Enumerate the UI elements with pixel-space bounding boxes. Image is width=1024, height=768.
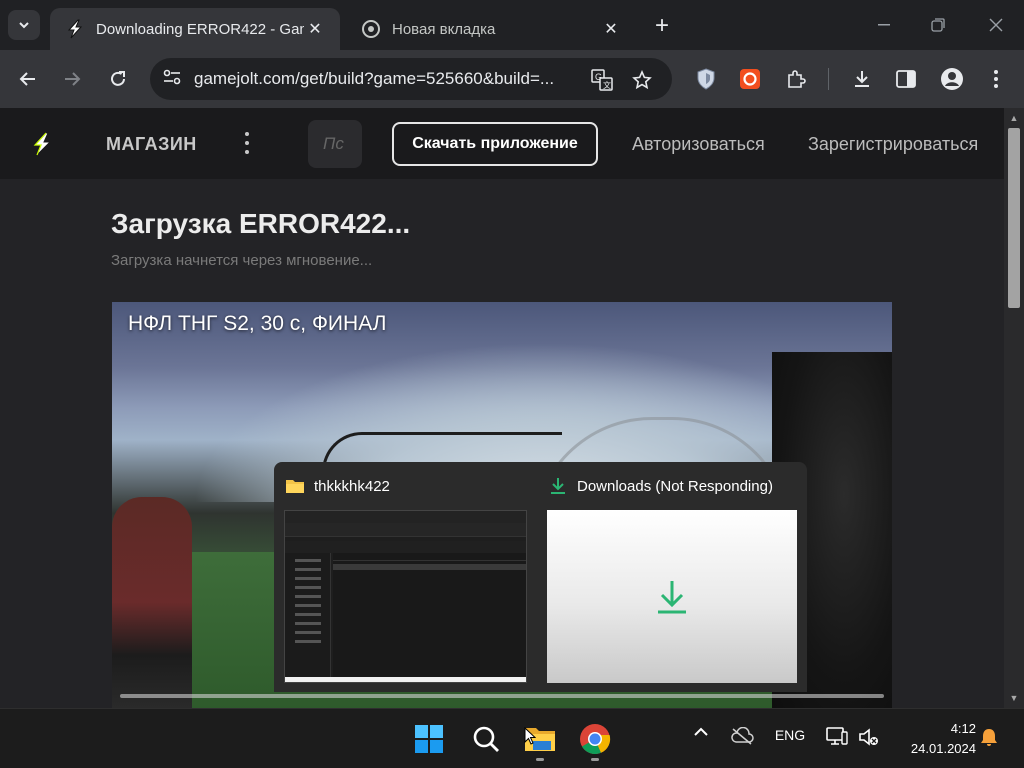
- volume-muted-icon[interactable]: [856, 727, 882, 747]
- minimize-button[interactable]: [864, 10, 904, 40]
- register-link[interactable]: Зарегистрироваться: [808, 134, 978, 155]
- running-indicator: [591, 758, 599, 761]
- side-panel-button[interactable]: [890, 64, 922, 94]
- close-icon[interactable]: ✕: [600, 18, 622, 40]
- search-input[interactable]: Пс: [308, 120, 362, 168]
- new-tab-button[interactable]: +: [648, 12, 676, 40]
- record-extension-button[interactable]: [734, 64, 766, 94]
- video-frame-person: [112, 497, 192, 708]
- taskbar-search-button[interactable]: [468, 721, 504, 757]
- arrow-right-icon: [65, 72, 81, 86]
- video-title: НФЛ ТНГ S2, 30 с, ФИНАЛ: [128, 312, 387, 335]
- downloads-window-thumbnail[interactable]: [547, 510, 797, 683]
- clock-date: 24.01.2024: [910, 741, 976, 756]
- page-title: Загрузка ERROR422...: [111, 208, 411, 239]
- minimize-icon: [878, 24, 890, 26]
- scroll-down-icon[interactable]: ▼: [1008, 692, 1020, 704]
- shield-icon: [697, 68, 715, 90]
- mouse-cursor-icon: [524, 727, 536, 745]
- language-indicator[interactable]: ENG: [770, 727, 810, 743]
- running-indicator: [536, 758, 544, 761]
- reload-icon: [111, 71, 125, 86]
- preview-window-header[interactable]: Downloads (Not Responding): [547, 476, 773, 496]
- windows-taskbar: ENG 4:12 24.01.2024: [0, 708, 1024, 768]
- gamejolt-logo-icon[interactable]: [30, 132, 54, 156]
- scrollbar-thumb[interactable]: [1008, 128, 1020, 308]
- record-icon: [740, 69, 760, 89]
- close-window-button[interactable]: [976, 10, 1016, 40]
- svg-text:文: 文: [603, 80, 611, 90]
- page-scrollbar[interactable]: ▲ ▼: [1004, 108, 1024, 708]
- restore-icon: [931, 18, 945, 32]
- menu-button[interactable]: [980, 64, 1012, 94]
- preview-window-header[interactable]: thkkkhk422: [284, 476, 390, 496]
- thumbnail-titlebar: [285, 511, 526, 523]
- scroll-up-icon[interactable]: ▲: [1008, 112, 1020, 124]
- login-link[interactable]: Авторизоваться: [632, 134, 765, 155]
- thumbnail-file-list: [333, 553, 526, 681]
- more-vertical-icon[interactable]: [240, 130, 254, 156]
- system-clock[interactable]: 4:12 24.01.2024: [890, 719, 976, 759]
- tab-title: Downloading ERROR422 - Gam: [96, 20, 304, 38]
- tab-inactive[interactable]: Новая вкладка ✕: [346, 8, 636, 50]
- profile-button[interactable]: [936, 64, 968, 94]
- taskbar-preview-popup: thkkkhk422 Downloads (Not Responding): [274, 462, 807, 692]
- reload-button[interactable]: [102, 64, 134, 94]
- thumbnail-navbar: [285, 541, 526, 553]
- thumbnail-sidebar: [285, 553, 331, 681]
- extensions-button[interactable]: [780, 64, 812, 94]
- chevron-down-icon: [19, 22, 29, 29]
- chrome-taskbar-button[interactable]: [577, 721, 613, 757]
- show-hidden-icons-button[interactable]: [690, 727, 712, 737]
- translate-icon[interactable]: G文: [588, 66, 616, 94]
- downloads-button[interactable]: [846, 64, 878, 94]
- explorer-window-thumbnail[interactable]: [284, 510, 527, 683]
- browser-toolbar: gamejolt.com/get/build?game=525660&build…: [0, 50, 1024, 108]
- close-icon: [989, 18, 1003, 32]
- side-panel-icon: [896, 70, 916, 88]
- download-app-button[interactable]: Скачать приложение: [392, 122, 598, 166]
- network-icon[interactable]: [824, 727, 850, 747]
- restore-button[interactable]: [918, 10, 958, 40]
- url-text: gamejolt.com/get/build?game=525660&build…: [194, 69, 555, 88]
- download-icon: [547, 476, 569, 496]
- start-button[interactable]: [411, 721, 447, 757]
- clock-time: 4:12: [950, 721, 976, 736]
- avatar-icon: [941, 68, 963, 90]
- download-icon: [658, 580, 686, 613]
- tab-active[interactable]: Downloading ERROR422 - Gam ✕: [50, 8, 340, 50]
- windows-logo-icon: [415, 725, 443, 753]
- back-button[interactable]: [12, 64, 44, 94]
- close-icon[interactable]: ✕: [304, 18, 326, 40]
- site-settings-icon[interactable]: [162, 68, 182, 91]
- tab-title: Новая вкладка: [392, 20, 496, 38]
- nav-store-link[interactable]: МАГАЗИН: [106, 134, 197, 155]
- folder-icon: [284, 476, 306, 496]
- notification-bell-icon[interactable]: [978, 727, 1000, 747]
- gamejolt-icon: [64, 18, 86, 40]
- onedrive-icon[interactable]: [728, 727, 756, 745]
- chrome-icon: [580, 724, 611, 755]
- site-navbar: МАГАЗИН Пс Скачать приложение Авторизова…: [0, 108, 1004, 179]
- thumbnail-statusbar: [285, 677, 526, 682]
- preview-window-title: thkkkhk422: [314, 477, 390, 495]
- search-icon: [473, 726, 499, 752]
- download-icon: [855, 71, 869, 87]
- tab-search-button[interactable]: [8, 10, 40, 40]
- bookmark-star-icon[interactable]: [628, 66, 656, 94]
- preview-window-title: Downloads (Not Responding): [577, 477, 773, 495]
- thumbnail-toolbar: [285, 523, 526, 537]
- tab-strip: Downloading ERROR422 - Gam ✕ Новая вклад…: [0, 0, 1024, 50]
- forward-button[interactable]: [56, 64, 88, 94]
- page-subtitle: Загрузка начнется через мгновение...: [111, 252, 373, 269]
- chrome-icon: [360, 18, 382, 40]
- shield-extension-button[interactable]: [690, 64, 722, 94]
- video-progress-bar[interactable]: [120, 694, 884, 698]
- puzzle-icon: [788, 70, 806, 88]
- more-vertical-icon: [994, 70, 998, 88]
- arrow-left-icon: [19, 72, 35, 86]
- address-bar[interactable]: gamejolt.com/get/build?game=525660&build…: [150, 58, 672, 100]
- chevron-up-icon: [694, 727, 708, 736]
- toolbar-divider: [828, 68, 829, 90]
